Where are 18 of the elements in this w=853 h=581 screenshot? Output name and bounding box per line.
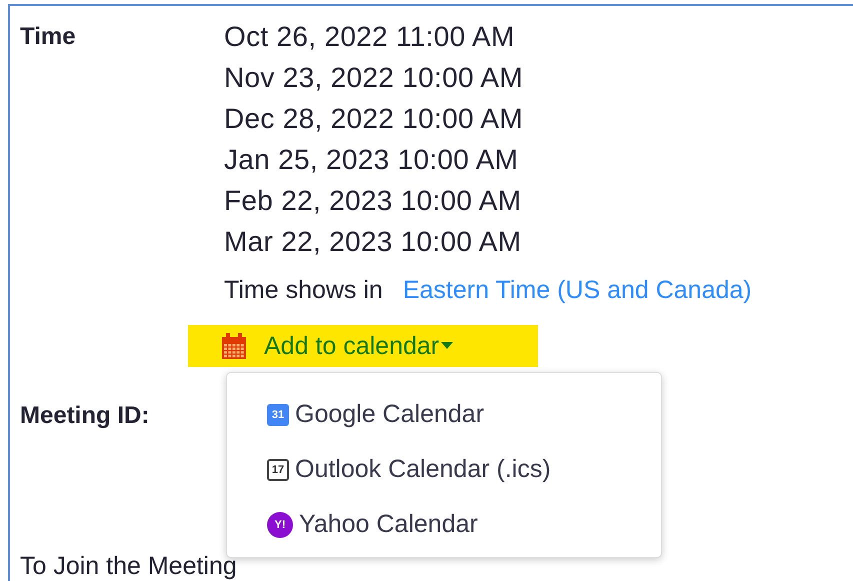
join-heading: To Join the Meeting (20, 552, 237, 581)
calendar-menu-item[interactable]: Y! Yahoo Calendar (267, 497, 661, 552)
google-calendar-icon: 31 (267, 404, 289, 426)
add-to-calendar-button[interactable]: Add to calendar (188, 325, 538, 367)
calendar-icon (222, 333, 246, 359)
calendar-menu-item[interactable]: 31 Google Calendar (267, 387, 661, 442)
meeting-date: Dec 28, 2022 10:00 AM (224, 102, 523, 136)
calendar-icon: 17 (267, 458, 289, 480)
yahoo-icon: Y! (267, 512, 293, 538)
meeting-date: Oct 26, 2022 11:00 AM (224, 20, 515, 54)
calendar-menu-item[interactable]: 17 Outlook Calendar (.ics) (267, 442, 661, 497)
time-label: Time (20, 22, 76, 52)
meeting-date: Nov 23, 2022 10:00 AM (224, 61, 523, 95)
meeting-date: Mar 22, 2023 10:00 AM (224, 225, 522, 259)
time-zone-text: Time shows in (224, 276, 383, 305)
meeting-date: Jan 25, 2023 10:00 AM (224, 143, 518, 177)
meeting-date: Feb 22, 2023 10:00 AM (224, 184, 522, 218)
meeting-id-label: Meeting ID: (20, 401, 150, 431)
